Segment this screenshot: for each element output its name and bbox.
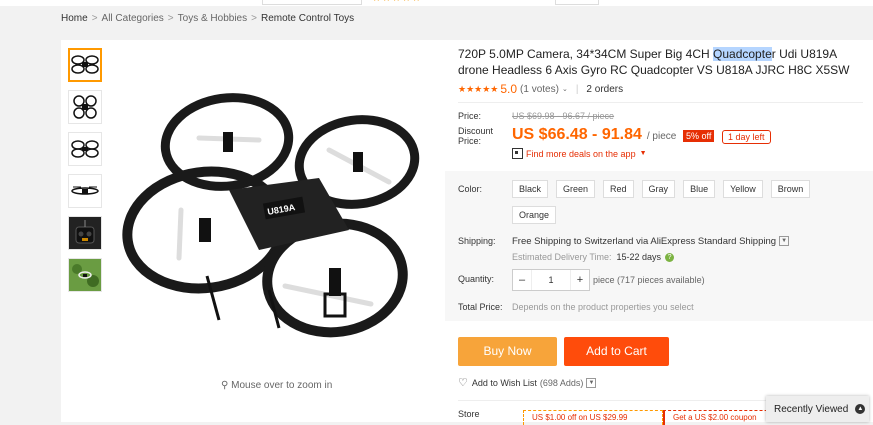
color-option-gray[interactable]: Gray [641, 180, 676, 198]
star-rating-icon: ★★★★★ [458, 83, 499, 94]
wishlist-dropdown-icon[interactable]: ▼ [586, 377, 597, 388]
color-option-yellow[interactable]: Yellow [723, 180, 763, 198]
quantity-input[interactable]: 1 [531, 270, 571, 290]
zoom-hint-text: Mouse over to zoom in [231, 380, 333, 391]
caret-down-icon[interactable]: ▼ [640, 150, 647, 157]
thumbnail-drone-2[interactable] [68, 90, 102, 124]
divider [458, 102, 863, 103]
discount-price: US $66.48 - 91.84 / piece [512, 126, 676, 144]
rating-row: ★★★★★ 5.0 (1 votes) ⌄ | 2 orders [458, 82, 623, 96]
breadcrumb: Home > All Categories > Toys & Hobbies > Remot… [61, 13, 354, 24]
decrement-button[interactable]: – [513, 274, 531, 286]
qr-code-icon [512, 148, 523, 159]
discount-price-label: Discount Price: [458, 126, 494, 146]
add-to-wishlist-link[interactable]: Add to Wish List [472, 378, 537, 388]
total-price-note: Depends on the product properties you se… [512, 302, 694, 312]
add-to-cart-button[interactable]: Add to Cart [564, 337, 669, 366]
chevron-down-icon[interactable]: ⌄ [562, 85, 568, 93]
header-button[interactable] [555, 0, 599, 5]
shipping-text: Free Shipping to [512, 236, 585, 247]
color-options: Black Green Red Gray Blue Yellow Brown O… [512, 180, 852, 232]
store-coupon-1[interactable]: US $1.00 off on US $29.99 [523, 410, 663, 425]
shipping-info: Free Shipping to Switzerland via AliExpr… [512, 236, 790, 247]
breadcrumb-separator: > [167, 13, 174, 24]
thumbnail-drone-4[interactable] [68, 174, 102, 208]
heart-icon[interactable]: ♡ [458, 376, 468, 389]
quantity-label: Quantity: [458, 274, 495, 284]
quantity-available: piece (717 pieces available) [593, 275, 705, 285]
header-rating-stars: ★★★★★ [372, 0, 422, 4]
app-deals-text[interactable]: Find more deals on the app [526, 149, 636, 159]
color-option-black[interactable]: Black [512, 180, 549, 198]
days-left-badge: 1 day left [722, 130, 771, 144]
increment-button[interactable]: + [571, 274, 589, 286]
shipping-label: Shipping: [458, 236, 496, 246]
thumbnail-remote[interactable] [68, 216, 102, 250]
shipping-method: via AliExpress Standard Shipping [633, 236, 777, 247]
thumbnail-drone-1[interactable] [68, 48, 102, 82]
header-search-box[interactable] [262, 0, 362, 5]
price-label: Price: [458, 111, 482, 121]
breadcrumb-toys[interactable]: Toys & Hobbies [178, 13, 247, 24]
discount-badge: 5% off [683, 130, 715, 142]
color-label: Color: [458, 184, 483, 194]
thumbnail-list [68, 48, 102, 300]
thumbnail-drone-3[interactable] [68, 132, 102, 166]
color-option-red[interactable]: Red [603, 180, 634, 198]
breadcrumb-separator: > [251, 13, 257, 24]
wishlist-count: (698 Adds) [539, 377, 584, 388]
chevron-up-icon[interactable]: ▲ [855, 404, 866, 414]
price-unit: / piece [646, 131, 677, 142]
orders-count: 2 orders [586, 83, 624, 95]
delivery-estimate: Estimated Delivery Time: 15-22 days ? [512, 252, 675, 262]
product-title: 720P 5.0MP Camera, 34*34CM Super Big 4CH… [458, 46, 863, 78]
title-highlight: Quadcopte [713, 47, 772, 61]
breadcrumb-separator: > [91, 13, 98, 24]
app-deals-link[interactable]: Find more deals on the app ▼ [512, 148, 647, 159]
discount-price-amount: US $66.48 - 91.84 [512, 126, 642, 143]
product-panel: U819A ⚲ Mouse over to zoom in 720P 5.0MP… [61, 40, 873, 425]
quantity-stepper: – 1 + [512, 269, 590, 291]
divider: | [575, 83, 579, 95]
color-option-orange[interactable]: Orange [512, 206, 557, 224]
zoom-hint: ⚲ Mouse over to zoom in [221, 380, 332, 391]
main-product-image[interactable]: U819A [109, 90, 449, 360]
recently-viewed-button[interactable]: Recently Viewed ▲ [766, 396, 869, 422]
delivery-label: Estimated Delivery Time: [512, 252, 612, 262]
thumbnail-outdoor[interactable] [68, 258, 102, 292]
votes-link[interactable]: (1 votes) [520, 84, 559, 95]
total-price-label: Total Price: [458, 302, 503, 312]
product-details: 720P 5.0MP Camera, 34*34CM Super Big 4CH… [445, 40, 873, 425]
shipping-country[interactable]: Switzerland [584, 236, 633, 247]
wishlist-row: ♡ Add to Wish List (698 Adds) ▼ [458, 376, 597, 389]
breadcrumb-current[interactable]: Remote Control Toys [261, 13, 354, 24]
breadcrumb-home[interactable]: Home [61, 13, 88, 24]
original-price: US $69.98 - 96.67 / piece [512, 111, 615, 121]
image-gallery: U819A ⚲ Mouse over to zoom in [61, 40, 445, 422]
help-icon[interactable]: ? [665, 252, 675, 262]
color-option-blue[interactable]: Blue [683, 180, 716, 198]
store-label: Store [458, 409, 480, 419]
top-header-strip: ★★★★★ [0, 0, 873, 6]
breadcrumb-all-categories[interactable]: All Categories [102, 13, 164, 24]
title-part: 720P 5.0MP Camera, 34*34CM Super Big 4CH [458, 47, 714, 61]
shipping-dropdown-icon[interactable]: ▼ [779, 236, 790, 247]
recently-viewed-label[interactable]: Recently Viewed [774, 404, 848, 415]
buy-now-button[interactable]: Buy Now [458, 337, 557, 366]
magnifier-icon: ⚲ [221, 380, 232, 391]
rating-score: 5.0 [500, 82, 518, 96]
color-option-green[interactable]: Green [556, 180, 596, 198]
delivery-days: 15-22 days [616, 252, 662, 262]
color-option-brown[interactable]: Brown [770, 180, 811, 198]
